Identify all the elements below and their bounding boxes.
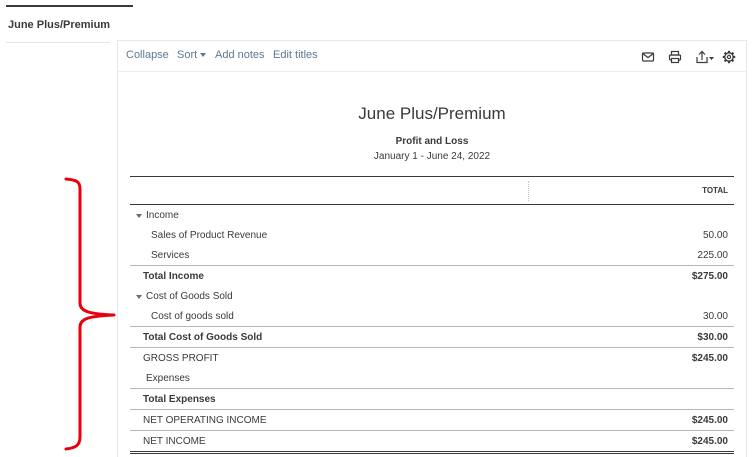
tab-label[interactable]: June Plus/Premium (8, 19, 110, 31)
report-panel: Collapse Sort Add notes Edit titles June… (117, 40, 747, 457)
table-row[interactable]: Income (130, 205, 734, 225)
row-value[interactable]: $275.00 (692, 271, 728, 282)
caret-down-icon (200, 53, 207, 57)
row-label: Expenses (146, 373, 190, 384)
table-row[interactable]: Total Income $275.00 (130, 265, 734, 286)
table-row[interactable]: Expenses (130, 368, 734, 388)
table-header: TOTAL (130, 176, 734, 205)
column-header-total[interactable]: TOTAL (702, 186, 728, 195)
row-label: Sales of Product Revenue (151, 230, 268, 241)
column-divider (528, 181, 529, 201)
row-label: NET OPERATING INCOME (143, 415, 267, 426)
row-label: GROSS PROFIT (143, 353, 219, 364)
table-row[interactable]: NET INCOME $245.00 (130, 430, 734, 454)
collapse-triangle-icon[interactable] (136, 295, 142, 299)
row-label: Services (151, 250, 190, 261)
red-bracket-annotation (64, 177, 116, 451)
collapse-button[interactable]: Collapse (126, 49, 169, 61)
row-label: NET INCOME (143, 436, 206, 447)
table-row[interactable]: Total Cost of Goods Sold $30.00 (130, 326, 734, 347)
table-row[interactable]: Sales of Product Revenue 50.00 (130, 225, 734, 245)
company-name[interactable]: June Plus/Premium (118, 104, 746, 124)
report-toolbar: Collapse Sort Add notes Edit titles (118, 41, 746, 72)
export-icon[interactable] (695, 50, 715, 64)
sort-label: Sort (177, 49, 198, 61)
row-value[interactable]: $245.00 (692, 436, 728, 447)
table-row[interactable]: GROSS PROFIT $245.00 (130, 347, 734, 368)
row-label: Income (146, 210, 179, 221)
table-row[interactable]: Cost of Goods Sold (130, 286, 734, 306)
collapse-triangle-icon[interactable] (136, 214, 142, 218)
tab-active-indicator (6, 5, 133, 7)
row-label: Total Income (143, 271, 204, 282)
table-row[interactable]: Total Expenses (130, 388, 734, 409)
report-date-range: January 1 - June 24, 2022 (373, 151, 491, 162)
row-label: Total Expenses (143, 394, 216, 405)
row-value[interactable]: $245.00 (692, 415, 728, 426)
row-label: Total Cost of Goods Sold (143, 332, 263, 343)
row-value[interactable]: 50.00 (703, 230, 728, 241)
sort-dropdown[interactable]: Sort (177, 49, 207, 61)
report-title[interactable]: Profit and Loss (118, 136, 746, 147)
row-value[interactable]: 30.00 (703, 311, 728, 322)
print-icon[interactable] (668, 50, 682, 64)
tab-divider (6, 42, 110, 43)
report-table: TOTAL Income Sales of Product Revenue 50… (130, 176, 734, 454)
table-row[interactable]: Services 225.00 (130, 245, 734, 265)
table-row[interactable]: Cost of goods sold 30.00 (130, 306, 734, 326)
add-notes-button[interactable]: Add notes (215, 49, 265, 61)
row-label: Cost of Goods Sold (146, 291, 233, 302)
edit-titles-button[interactable]: Edit titles (273, 49, 318, 61)
gear-icon[interactable] (722, 50, 736, 64)
mail-icon[interactable] (641, 50, 655, 64)
row-value[interactable]: $245.00 (692, 353, 728, 364)
row-value[interactable]: 225.00 (697, 250, 728, 261)
table-row[interactable]: NET OPERATING INCOME $245.00 (130, 409, 734, 430)
row-value[interactable]: $30.00 (697, 332, 728, 343)
row-label: Cost of goods sold (151, 311, 234, 322)
